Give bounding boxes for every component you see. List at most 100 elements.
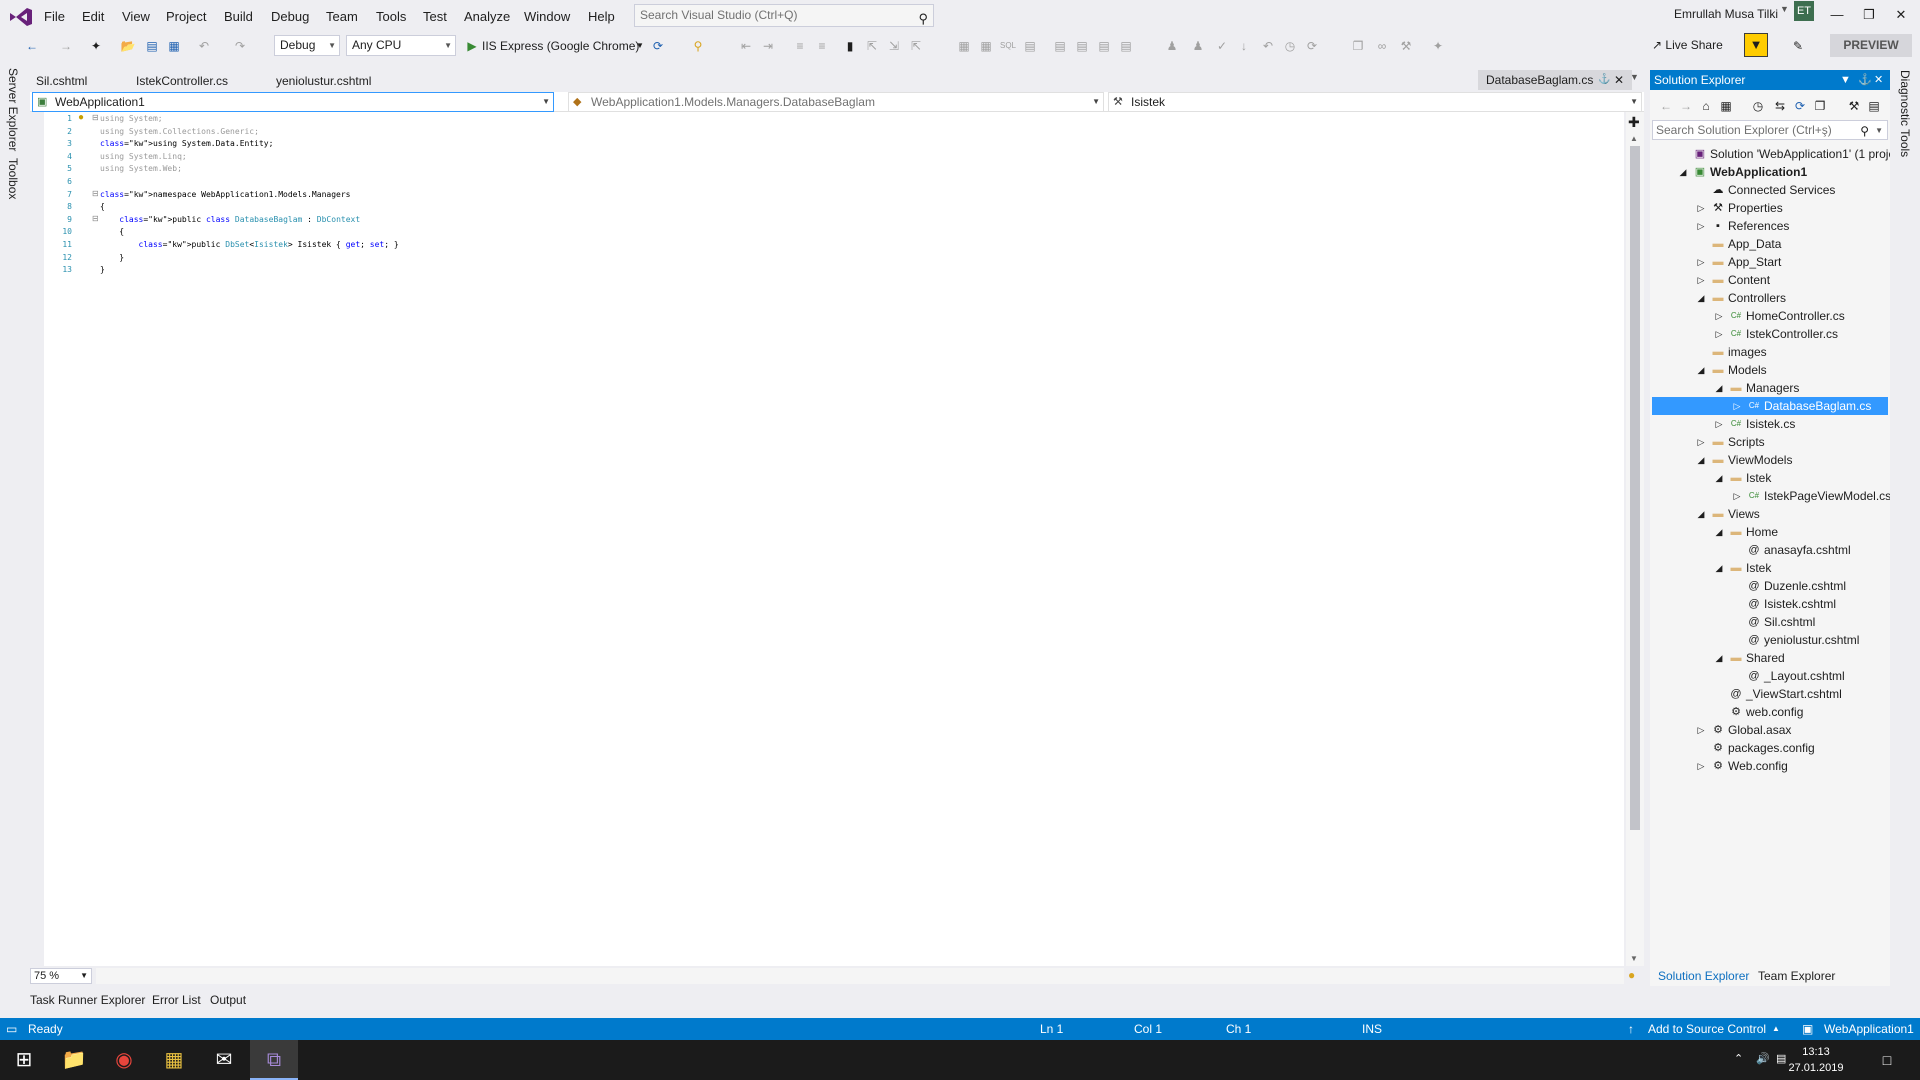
restore-button[interactable]: ❐ <box>1856 5 1882 25</box>
center-icon[interactable]: ▤ <box>1118 37 1134 55</box>
collapsed-arrow-icon[interactable]: ▷ <box>1732 487 1742 505</box>
menu-project[interactable]: Project <box>166 8 206 26</box>
tray-chevron-icon[interactable]: ⌃ <box>1734 1052 1743 1065</box>
back-icon[interactable]: ← <box>24 37 40 55</box>
tree-item[interactable]: ◢ ▬ Home <box>1652 523 1888 541</box>
code-line[interactable]: } <box>100 252 124 265</box>
split-icon[interactable]: ✚ <box>1628 114 1640 131</box>
tab-yeniolustur-cshtml[interactable]: yeniolustur.cshtml <box>268 72 379 90</box>
tree-item[interactable]: ▣ Solution 'WebApplication1' (1 project) <box>1652 145 1909 163</box>
new-project-icon[interactable]: ✦ <box>88 37 104 55</box>
menu-test[interactable]: Test <box>423 8 447 26</box>
tree-item[interactable]: ▬ images <box>1652 343 1888 361</box>
tree-item[interactable]: ▷ C# IstekController.cs <box>1652 325 1888 343</box>
collapsed-arrow-icon[interactable]: ▷ <box>1696 271 1706 289</box>
undo-change-icon[interactable]: ↶ <box>1260 37 1276 55</box>
menu-analyze[interactable]: Analyze <box>464 8 510 26</box>
tree-item[interactable]: ▷ ⚙ Web.config <box>1652 757 1888 775</box>
solution-configuration-select[interactable]: Debug ▼ <box>274 35 340 56</box>
tree-item[interactable]: ☁ Connected Services <box>1652 181 1888 199</box>
code-line[interactable]: using System.Collections.Generic; <box>100 126 259 139</box>
code-line[interactable]: { <box>100 226 124 239</box>
align-icon[interactable]: ▤ <box>1052 37 1068 55</box>
expanded-arrow-icon[interactable]: ◢ <box>1678 163 1688 181</box>
preview-icon[interactable]: ▤ <box>1866 97 1882 115</box>
code-line[interactable]: class="kw">namespace WebApplication1.Mod… <box>100 189 350 202</box>
size-icon[interactable]: ▤ <box>1074 37 1090 55</box>
scrollbar-thumb[interactable] <box>1630 146 1640 830</box>
solution-explorer-search[interactable]: Search Solution Explorer (Ctrl+ş) ⚲ ▼ <box>1652 120 1888 140</box>
database-icon[interactable]: ▤ <box>1022 37 1038 55</box>
chevron-down-icon[interactable]: ▼ <box>1780 4 1789 14</box>
collapsed-arrow-icon[interactable]: ▷ <box>1696 199 1706 217</box>
clear-bookmarks-icon[interactable]: ⇱ <box>908 37 924 55</box>
network-icon[interactable]: ▤ <box>1776 1052 1786 1065</box>
collapsed-arrow-icon[interactable]: ▷ <box>1696 253 1706 271</box>
tab-diagnostic-tools[interactable]: Diagnostic Tools <box>1896 70 1914 157</box>
save-icon[interactable]: ▤ <box>144 37 160 55</box>
menu-window[interactable]: Window <box>524 8 570 26</box>
indent-icon[interactable]: ⇥ <box>760 37 776 55</box>
project-dropdown[interactable]: ▣ WebApplication1 ▼ <box>32 92 554 112</box>
forward-icon[interactable]: → <box>58 37 74 55</box>
user-name[interactable]: Emrullah Musa Tilki <box>1650 5 1778 23</box>
back-icon[interactable]: ← <box>1658 97 1674 115</box>
code-line[interactable]: using System; <box>100 113 163 126</box>
tree-item[interactable]: ▷ C# Isistek.cs <box>1652 415 1888 433</box>
expanded-arrow-icon[interactable]: ◢ <box>1714 379 1724 397</box>
chevron-down-icon[interactable]: ▼ <box>1840 70 1851 90</box>
feedback-icon[interactable]: ✎ <box>1790 37 1806 55</box>
tab-team-explorer[interactable]: Team Explorer <box>1752 966 1841 986</box>
check-icon[interactable]: ✓ <box>1214 37 1230 55</box>
scroll-down-icon[interactable]: ▼ <box>1630 954 1638 963</box>
lightbulb-icon[interactable]: ● <box>1628 968 1635 982</box>
tree-item[interactable]: @ yeniolustur.cshtml <box>1652 631 1888 649</box>
save-all-icon[interactable]: ▦ <box>166 37 182 55</box>
collapsed-arrow-icon[interactable]: ▷ <box>1696 433 1706 451</box>
menu-view[interactable]: View <box>122 8 150 26</box>
tab-error-list[interactable]: Error List <box>152 992 201 1008</box>
tree-item[interactable]: ▷ ⚒ Properties <box>1652 199 1888 217</box>
chevron-down-icon[interactable]: ▼ <box>632 37 648 55</box>
tree-item[interactable]: ▷ ▬ App_Start <box>1652 253 1888 271</box>
open-file-icon[interactable]: 📂 <box>120 37 136 55</box>
tab-sil-cshtml[interactable]: Sil.cshtml <box>28 72 95 90</box>
person-add-icon[interactable]: ♟ <box>1190 37 1206 55</box>
switch-views-icon[interactable]: ▦ <box>1718 97 1734 115</box>
add-to-source-control-button[interactable]: Add to Source Control <box>1648 1018 1766 1040</box>
space-icon[interactable]: ▤ <box>1096 37 1112 55</box>
tree-item[interactable]: ▷ C# IstekPageViewModel.cs <box>1652 487 1892 505</box>
magic-wand-icon[interactable]: ✦ <box>1430 37 1446 55</box>
code-line[interactable]: using System.Linq; <box>100 151 187 164</box>
code-line[interactable]: class="kw">public DbSet<Isistek> Isistek… <box>100 239 399 252</box>
pin-icon[interactable]: ⚓ <box>1858 70 1872 90</box>
tree-item[interactable]: ▷ ▬ Scripts <box>1652 433 1888 451</box>
menu-help[interactable]: Help <box>588 8 615 26</box>
avatar[interactable]: ET <box>1794 1 1814 21</box>
tree-item[interactable]: ◢ ▬ Istek <box>1652 559 1888 577</box>
collapsed-arrow-icon[interactable]: ▷ <box>1732 397 1742 415</box>
outdent-icon[interactable]: ⇤ <box>738 37 754 55</box>
home-icon[interactable]: ⌂ <box>1698 97 1714 115</box>
expanded-arrow-icon[interactable]: ◢ <box>1714 523 1724 541</box>
volume-icon[interactable]: 🔊 <box>1756 1052 1770 1065</box>
status-project[interactable]: WebApplication1 <box>1824 1018 1914 1040</box>
solution-platform-select[interactable]: Any CPU ▼ <box>346 35 456 56</box>
expanded-arrow-icon[interactable]: ◢ <box>1696 361 1706 379</box>
mail-icon[interactable]: ✉ <box>200 1040 248 1080</box>
scroll-up-icon[interactable]: ▲ <box>1630 134 1638 143</box>
collapse-icon[interactable]: ⊟ <box>92 189 99 198</box>
next-bookmark-icon[interactable]: ⇲ <box>886 37 902 55</box>
tab-toolbox[interactable]: Toolbox <box>4 158 22 199</box>
run-target-button[interactable]: IIS Express (Google Chrome) <box>482 37 639 55</box>
pin-icon[interactable]: ⚓ <box>1598 70 1610 90</box>
menu-edit[interactable]: Edit <box>82 8 104 26</box>
undo-icon[interactable]: ↶ <box>196 37 212 55</box>
menu-debug[interactable]: Debug <box>271 8 309 26</box>
link-icon[interactable]: ∞ <box>1374 37 1390 55</box>
tree-item[interactable]: @ Duzenle.cshtml <box>1652 577 1888 595</box>
menu-build[interactable]: Build <box>224 8 253 26</box>
grid-icon[interactable]: ▦ <box>978 37 994 55</box>
expanded-arrow-icon[interactable]: ◢ <box>1714 559 1724 577</box>
tree-item[interactable]: ◢ ▬ Managers <box>1652 379 1888 397</box>
